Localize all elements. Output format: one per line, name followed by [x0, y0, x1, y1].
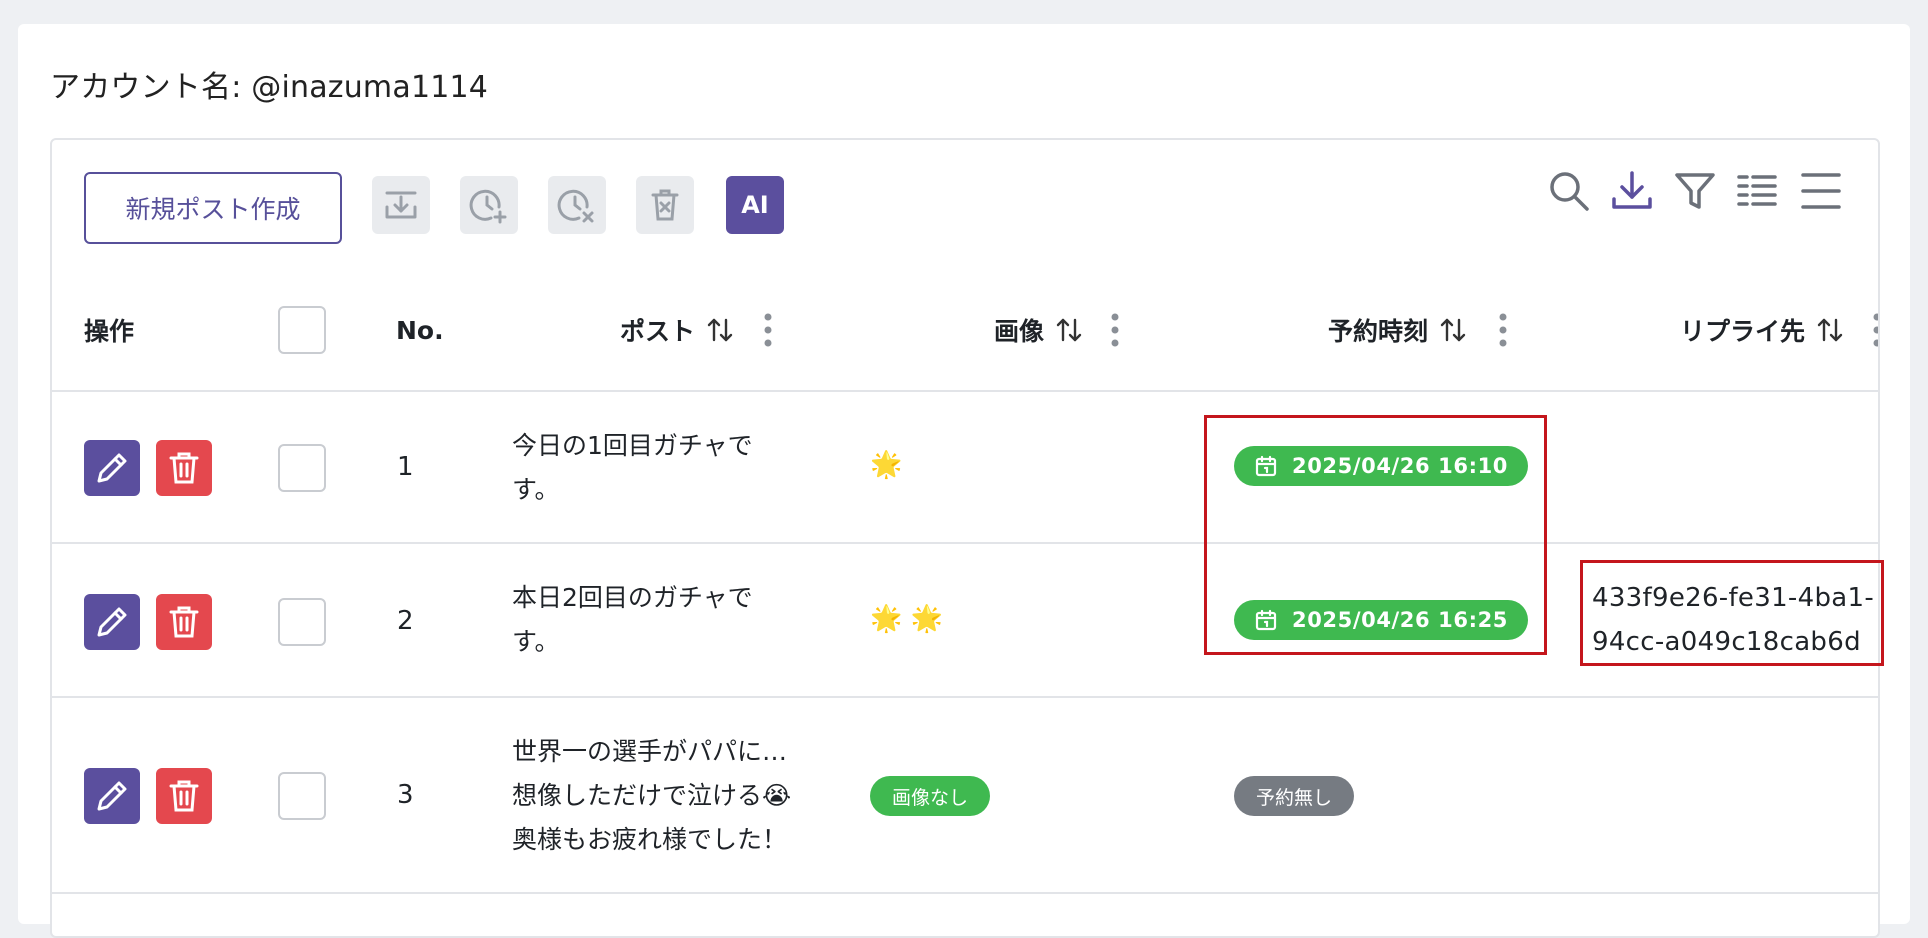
reply-id-line: 94cc-a049c18cab6d: [1592, 627, 1861, 657]
column-no[interactable]: No.: [396, 268, 444, 392]
column-schedule[interactable]: 予約時刻: [1328, 268, 1468, 392]
table-header: 操作 No. ポスト 画像 予約時刻 リプライ先: [52, 268, 1880, 392]
row-number: 1: [397, 452, 414, 482]
edit-button[interactable]: [84, 768, 140, 824]
post-text-line: 世界一の選手がパパに…: [512, 737, 788, 766]
image-thumbnails[interactable]: 🌟: [870, 450, 902, 480]
row-actions: [84, 768, 212, 824]
trash-x-icon: [651, 189, 679, 221]
table-row: 3 世界一の選手がパパに… 想像しただけで泣ける😭 奥様もお疲れ様でした！ 画像…: [52, 698, 1878, 894]
column-ops: 操作: [84, 317, 135, 346]
search-icon: [1550, 172, 1589, 211]
export-button[interactable]: [1607, 166, 1657, 216]
post-text: 世界一の選手がパパに… 想像しただけで泣ける😭 奥様もお疲れ様でした！: [512, 730, 791, 862]
new-post-button[interactable]: 新規ポスト作成: [84, 172, 342, 244]
no-image-badge: 画像なし: [870, 776, 991, 816]
search-button[interactable]: [1544, 166, 1594, 216]
row-number: 3: [397, 780, 414, 810]
pencil-icon: [97, 453, 127, 483]
schedule-time: 2025/04/26 16:10: [1292, 454, 1508, 478]
schedule-time-badge: 2025/04/26 16:10: [1234, 446, 1528, 486]
post-text-line: す。: [512, 627, 560, 656]
row-checkbox[interactable]: [278, 444, 326, 492]
post-text: 本日2回目のガチャで す。: [512, 576, 753, 664]
select-all-checkbox[interactable]: [278, 306, 326, 354]
posts-table: 新規ポスト作成 AI 操作 No. ポスト 画像 予約時刻 リプライ先 1 今日…: [50, 138, 1880, 938]
sort-icon: [1817, 318, 1843, 342]
column-image-label: 画像: [994, 317, 1045, 346]
trash-icon: [169, 780, 199, 812]
column-schedule-menu-icon[interactable]: [1498, 313, 1508, 347]
column-schedule-label: 予約時刻: [1328, 317, 1429, 346]
schedule-time-badge: 2025/04/26 16:25: [1234, 600, 1528, 640]
delete-button[interactable]: [156, 594, 212, 650]
density-button[interactable]: [1732, 166, 1782, 216]
schedule-badge: 2025/04/26 16:25: [1234, 600, 1528, 640]
schedule-remove-icon: [557, 189, 594, 223]
column-post[interactable]: ポスト: [620, 268, 735, 392]
pencil-icon: [97, 781, 127, 811]
schedule-add-button[interactable]: [460, 176, 518, 234]
post-text-line: 奥様もお疲れ様でした！: [512, 825, 788, 854]
image-thumbnails[interactable]: 🌟 🌟: [870, 604, 943, 634]
column-reply-menu-icon[interactable]: [1872, 313, 1880, 347]
bulk-delete-button[interactable]: [636, 176, 694, 234]
ai-button[interactable]: AI: [726, 176, 784, 234]
columns-menu-icon: [1801, 173, 1841, 209]
row-select-cell: [278, 772, 326, 820]
schedule-add-icon: [469, 189, 507, 224]
column-reply[interactable]: リプライ先: [1680, 268, 1845, 392]
filter-icon: [1675, 173, 1715, 209]
trash-icon: [169, 452, 199, 484]
row-number: 2: [397, 606, 414, 636]
schedule-status: 予約無し: [1234, 776, 1355, 816]
row-select-cell: [278, 444, 326, 492]
column-post-menu-icon[interactable]: [763, 313, 773, 347]
filter-button[interactable]: [1670, 166, 1720, 216]
table-row: 1 今日の1回目ガチャで す。 🌟 2025/04/26 16:10: [52, 392, 1878, 544]
sort-icon: [1440, 318, 1466, 342]
row-select-cell: [278, 598, 326, 646]
select-all-cell: [278, 268, 326, 392]
row-actions: [84, 594, 212, 650]
delete-button[interactable]: [156, 440, 212, 496]
download-to-line-icon: [385, 191, 417, 219]
delete-button[interactable]: [156, 768, 212, 824]
download-to-line-button[interactable]: [372, 176, 430, 234]
columns-menu-button[interactable]: [1796, 166, 1846, 216]
sort-icon: [707, 318, 733, 342]
column-image[interactable]: 画像: [994, 268, 1084, 392]
schedule-badge: 2025/04/26 16:10: [1234, 446, 1528, 486]
account-name-label: アカウント名: @inazuma1114: [50, 70, 489, 105]
row-actions: [84, 440, 212, 496]
row-checkbox[interactable]: [278, 772, 326, 820]
column-reply-label: リプライ先: [1680, 317, 1806, 346]
post-text-line: 今日の1回目ガチャで: [512, 431, 753, 460]
trash-icon: [169, 606, 199, 638]
density-icon: [1737, 175, 1777, 206]
no-schedule-badge: 予約無し: [1234, 776, 1355, 816]
post-text-line: 想像しただけで泣ける😭: [512, 781, 792, 810]
calendar-icon: [1255, 455, 1277, 477]
table-row: 2 本日2回目のガチャで す。 🌟 🌟 2025/04/26 16:25 433…: [52, 544, 1878, 698]
pencil-icon: [97, 607, 127, 637]
schedule-remove-button[interactable]: [548, 176, 606, 234]
edit-button[interactable]: [84, 440, 140, 496]
post-text-line: す。: [512, 475, 560, 504]
post-text: 今日の1回目ガチャで す。: [512, 424, 753, 512]
calendar-icon: [1255, 609, 1277, 631]
reply-target: 433f9e26-fe31-4ba1- 94cc-a049c18cab6d: [1592, 576, 1874, 664]
download-icon: [1612, 171, 1652, 209]
sort-icon: [1056, 318, 1082, 342]
image-status: 画像なし: [870, 776, 991, 816]
edit-button[interactable]: [84, 594, 140, 650]
column-post-label: ポスト: [620, 317, 696, 346]
column-image-menu-icon[interactable]: [1110, 313, 1120, 347]
reply-id-line: 433f9e26-fe31-4ba1-: [1592, 583, 1875, 613]
schedule-time: 2025/04/26 16:25: [1292, 608, 1508, 632]
post-text-line: 本日2回目のガチャで: [512, 583, 753, 612]
row-checkbox[interactable]: [278, 598, 326, 646]
